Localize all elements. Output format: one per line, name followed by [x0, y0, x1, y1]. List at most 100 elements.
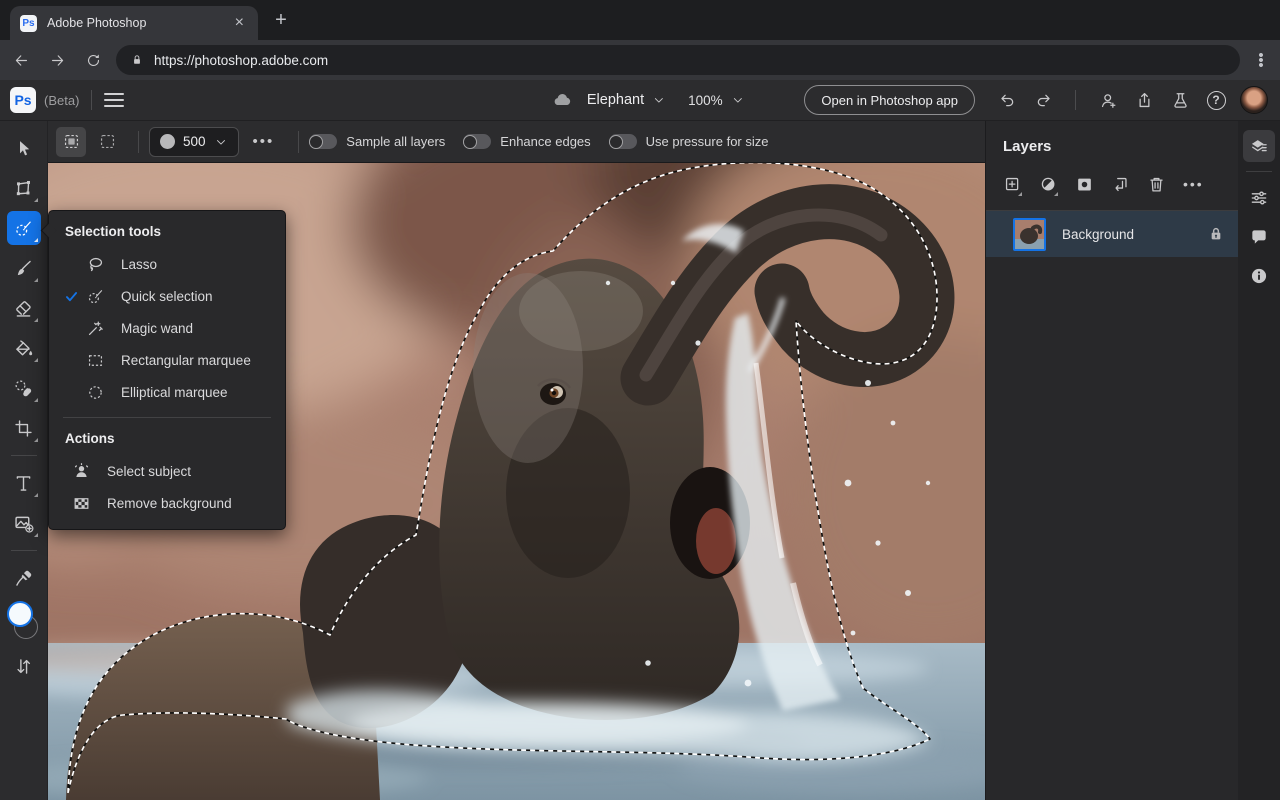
undo-button[interactable]: [991, 84, 1023, 116]
share-export-icon[interactable]: [1128, 84, 1160, 116]
actions-title: Actions: [65, 431, 115, 446]
cloud-icon: [554, 94, 571, 106]
menu-item-elliptical-marquee[interactable]: Elliptical marquee: [49, 376, 285, 408]
divider: [138, 130, 139, 153]
crop-tool[interactable]: [7, 411, 41, 445]
enhance-edges-toggle[interactable]: Enhance edges: [463, 134, 591, 149]
beta-label: (Beta): [44, 92, 80, 108]
flyout-title: Selection tools: [65, 224, 162, 239]
add-to-selection-button[interactable]: [56, 126, 86, 157]
adjustment-layer-icon[interactable]: [1039, 172, 1075, 196]
layer-mask-icon[interactable]: [1075, 172, 1111, 196]
chevron-down-icon[interactable]: [652, 93, 666, 107]
use-pressure-toggle[interactable]: Use pressure for size: [608, 134, 769, 149]
lock-icon[interactable]: [1208, 226, 1224, 242]
menu-item-magic-wand[interactable]: Magic wand: [49, 312, 285, 344]
help-icon[interactable]: ?: [1200, 84, 1232, 116]
menu-item-quick-selection[interactable]: Quick selection: [49, 280, 285, 312]
add-layer-icon[interactable]: [1003, 172, 1039, 196]
brush-tool[interactable]: [7, 251, 41, 285]
zoom-level[interactable]: 100%: [688, 93, 723, 108]
layer-thumbnail: [1013, 217, 1046, 251]
app-header: Ps (Beta) Elephant 100% Open in Photosho…: [0, 80, 1280, 121]
layer-row-background[interactable]: Background: [986, 211, 1238, 257]
forward-button[interactable]: [42, 45, 72, 75]
menu-item-rectangular-marquee[interactable]: Rectangular marquee: [49, 344, 285, 376]
heal-tool[interactable]: [7, 371, 41, 405]
toggle-label: Sample all layers: [346, 134, 446, 149]
selection-tools-flyout: Selection tools Lasso Quick selection Ma…: [48, 210, 286, 530]
redo-button[interactable]: [1027, 84, 1059, 116]
brush-size-dropdown[interactable]: 500: [149, 126, 239, 157]
eyedropper-tool[interactable]: [7, 561, 41, 595]
toggle-label: Enhance edges: [500, 134, 591, 149]
browser-tab-strip: Ps Adobe Photoshop × +: [0, 0, 1280, 40]
add-image-tool[interactable]: [7, 506, 41, 540]
chevron-down-icon[interactable]: [731, 93, 745, 107]
delete-layer-icon[interactable]: [1147, 172, 1183, 196]
main-menu-icon[interactable]: [104, 93, 125, 107]
new-tab-button[interactable]: +: [268, 7, 294, 33]
user-avatar[interactable]: [1240, 86, 1268, 114]
foreground-color-swatch[interactable]: [6, 601, 33, 627]
layer-name: Background: [1062, 226, 1135, 242]
quick-selection-icon: [85, 286, 105, 306]
move-tool[interactable]: [7, 131, 41, 165]
swap-colors-button[interactable]: [7, 649, 41, 683]
document-name[interactable]: Elephant: [587, 92, 644, 108]
menu-item-label: Remove background: [107, 495, 232, 511]
layers-panel: Layers ••• Background: [985, 121, 1238, 800]
type-tool[interactable]: [7, 466, 41, 500]
divider: [1246, 171, 1272, 172]
toggle-label: Use pressure for size: [645, 134, 769, 149]
lasso-icon: [85, 254, 105, 274]
panel-switcher: [1238, 121, 1280, 800]
browser-menu-icon[interactable]: • • •: [1250, 48, 1272, 73]
transform-tool[interactable]: [7, 171, 41, 205]
remove-background-icon: [71, 493, 91, 513]
menu-item-remove-background[interactable]: Remove background: [49, 487, 285, 519]
url-text: https://photoshop.adobe.com: [154, 52, 329, 68]
elliptical-marquee-icon: [85, 382, 105, 402]
address-bar[interactable]: https://photoshop.adobe.com: [116, 45, 1240, 75]
color-swatches[interactable]: [6, 601, 41, 641]
reload-button[interactable]: [78, 45, 108, 75]
menu-item-label: Select subject: [107, 463, 192, 479]
tab-title: Adobe Photoshop: [47, 16, 147, 30]
rectangular-marquee-icon: [85, 350, 105, 370]
eraser-tool[interactable]: [7, 291, 41, 325]
more-options-icon[interactable]: •••: [253, 133, 275, 150]
brush-preview-icon: [160, 134, 175, 149]
layers-panel-icon[interactable]: [1243, 130, 1275, 162]
tab-close-icon[interactable]: ×: [231, 13, 248, 33]
document-canvas[interactable]: Selection tools Lasso Quick selection Ma…: [48, 163, 985, 800]
move-layer-icon[interactable]: [1111, 172, 1147, 196]
menu-item-label: Elliptical marquee: [121, 384, 228, 400]
quick-selection-tool[interactable]: [6, 211, 41, 245]
divider: [63, 417, 271, 418]
browser-tab[interactable]: Ps Adobe Photoshop ×: [10, 6, 258, 40]
comments-panel-icon[interactable]: [1243, 221, 1275, 253]
tool-options-bar: 500 ••• Sample all layers Enhance edges …: [48, 121, 985, 163]
layers-toolbar: •••: [986, 155, 1238, 210]
menu-item-lasso[interactable]: Lasso: [49, 248, 285, 280]
back-button[interactable]: [6, 45, 36, 75]
open-in-photoshop-button[interactable]: Open in Photoshop app: [804, 85, 975, 115]
menu-item-label: Lasso: [121, 256, 158, 272]
menu-item-select-subject[interactable]: Select subject: [49, 455, 285, 487]
layers-panel-title: Layers: [1003, 138, 1052, 155]
menu-item-label: Magic wand: [121, 320, 194, 336]
info-panel-icon[interactable]: [1243, 260, 1275, 292]
tools-sidebar: [0, 121, 48, 800]
fill-tool[interactable]: [7, 331, 41, 365]
sample-all-layers-toggle[interactable]: Sample all layers: [309, 134, 445, 149]
subtract-from-selection-button[interactable]: [92, 127, 122, 157]
beta-flask-icon[interactable]: [1164, 84, 1196, 116]
properties-panel-icon[interactable]: [1243, 182, 1275, 214]
layers-more-options-icon[interactable]: •••: [1183, 172, 1219, 196]
lock-icon: [134, 55, 140, 64]
invite-people-icon[interactable]: [1092, 84, 1124, 116]
divider: [298, 130, 300, 153]
divider: [10, 550, 37, 551]
select-subject-icon: [71, 461, 91, 481]
